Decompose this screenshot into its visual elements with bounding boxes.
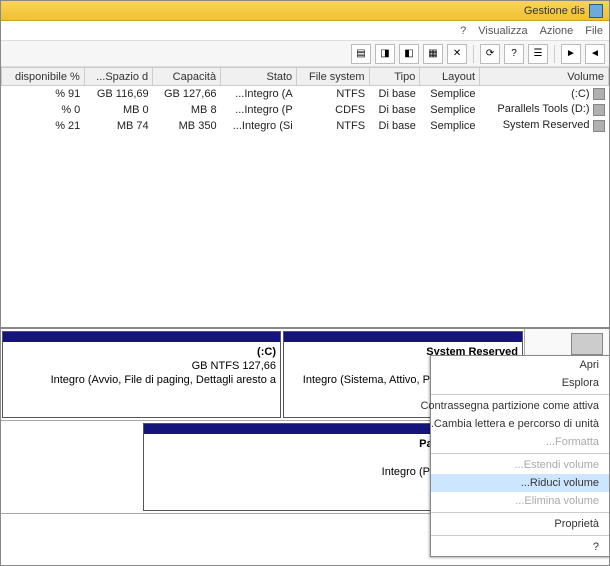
ctx-separator — [431, 394, 609, 395]
toolbar-separator — [554, 45, 555, 63]
toolbar-separator — [473, 45, 474, 63]
ctx-apri[interactable]: Apri — [431, 356, 609, 374]
ctx-separator — [431, 453, 609, 454]
col-stato[interactable]: Stato — [221, 68, 297, 86]
window-title: Gestione dis — [524, 1, 585, 21]
menu-file[interactable]: File — [585, 21, 603, 40]
menu-help[interactable]: ? — [460, 21, 466, 40]
cell-pct: 0 % — [2, 102, 85, 118]
cell-tipo: Di base — [369, 118, 420, 134]
cell-fs: CDFS — [297, 102, 369, 118]
cell-layout: Semplice — [420, 86, 480, 102]
cell-free: 0 MB — [84, 102, 152, 118]
ctx-help[interactable]: ? — [431, 538, 609, 556]
menu-visualizza[interactable]: Visualizza — [478, 21, 527, 40]
app-icon — [589, 4, 603, 18]
ctx-separator — [431, 512, 609, 513]
cell-stato: Integro (P... — [221, 102, 297, 118]
ctx-proprieta[interactable]: Proprietà — [431, 515, 609, 533]
cell-volume: (C:) — [480, 86, 609, 102]
partition-header — [3, 332, 280, 342]
partition-title: (C:) — [257, 346, 276, 358]
partition-info: Integro (Avvio, File di paging, Dettagli… — [51, 374, 276, 386]
properties-button[interactable]: ☰ — [528, 44, 548, 64]
cell-volume: Parallels Tools (D:) — [480, 102, 609, 118]
cell-layout: Semplice — [420, 102, 480, 118]
volume-table[interactable]: Volume Layout Tipo File system Stato Cap… — [1, 67, 609, 134]
cell-free: 74 MB — [84, 118, 152, 134]
col-tipo[interactable]: Tipo — [369, 68, 420, 86]
disk-icon — [571, 333, 603, 355]
ctx-riduci[interactable]: Riduci volume... — [431, 474, 609, 492]
list-button[interactable]: ▦ — [423, 44, 443, 64]
menu-bar: File Azione Visualizza ? — [1, 21, 609, 41]
cell-cap: 8 MB — [153, 102, 221, 118]
view3-button[interactable]: ▤ — [351, 44, 371, 64]
table-row[interactable]: (C:) Semplice Di base NTFS Integro (A...… — [2, 86, 609, 102]
ctx-estendi: Estendi volume... — [431, 456, 609, 474]
cell-tipo: Di base — [369, 86, 420, 102]
cell-volume: System Reserved — [480, 118, 609, 134]
ctx-esplora[interactable]: Esplora — [431, 374, 609, 392]
cell-tipo: Di base — [369, 102, 420, 118]
forward-button[interactable]: ► — [561, 44, 581, 64]
ctx-formatta: Formatta... — [431, 433, 609, 451]
volume-list: Volume Layout Tipo File system Stato Cap… — [1, 67, 609, 327]
menu-azione[interactable]: Azione — [540, 21, 574, 40]
cell-stato: Integro (A... — [221, 86, 297, 102]
title-bar: Gestione dis — [1, 1, 609, 21]
help-button[interactable]: ? — [504, 44, 524, 64]
cell-layout: Semplice — [420, 118, 480, 134]
col-spazio[interactable]: Spazio d... — [84, 68, 152, 86]
refresh-button[interactable]: ⟳ — [480, 44, 500, 64]
col-fs[interactable]: File system — [297, 68, 369, 86]
cell-fs: NTFS — [297, 86, 369, 102]
partition-header — [284, 332, 522, 342]
delete-button[interactable]: ✕ — [447, 44, 467, 64]
back-button[interactable]: ◄ — [585, 44, 605, 64]
cell-pct: 91 % — [2, 86, 85, 102]
table-row[interactable]: System Reserved Semplice Di base NTFS In… — [2, 118, 609, 134]
cell-fs: NTFS — [297, 118, 369, 134]
partition-c[interactable]: (C:) 127,66 GB NTFS Integro (Avvio, File… — [2, 331, 281, 418]
col-layout[interactable]: Layout — [420, 68, 480, 86]
ctx-elimina: Elimina volume... — [431, 492, 609, 510]
view2-button[interactable]: ◨ — [375, 44, 395, 64]
table-header-row: Volume Layout Tipo File system Stato Cap… — [2, 68, 609, 86]
ctx-attiva[interactable]: Contrassegna partizione come attiva — [431, 397, 609, 415]
ctx-separator — [431, 535, 609, 536]
partition-sub: 127,66 GB NTFS — [192, 360, 276, 372]
view1-button[interactable]: ◧ — [399, 44, 419, 64]
table-row[interactable]: Parallels Tools (D:) Semplice Di base CD… — [2, 102, 609, 118]
col-pct[interactable]: % disponibile — [2, 68, 85, 86]
cell-cap: 350 MB — [153, 118, 221, 134]
ctx-lettera[interactable]: Cambia lettera e percorso di unità... — [431, 415, 609, 433]
cell-stato: Integro (Si... — [221, 118, 297, 134]
col-capacita[interactable]: Capacità — [153, 68, 221, 86]
context-menu: Apri Esplora Contrassegna partizione com… — [430, 355, 610, 557]
cell-cap: 127,66 GB — [153, 86, 221, 102]
cell-pct: 21 % — [2, 118, 85, 134]
col-volume[interactable]: Volume — [480, 68, 609, 86]
toolbar: ◄ ► ☰ ? ⟳ ✕ ▦ ◧ ◨ ▤ — [1, 41, 609, 67]
cell-free: 116,69 GB — [84, 86, 152, 102]
